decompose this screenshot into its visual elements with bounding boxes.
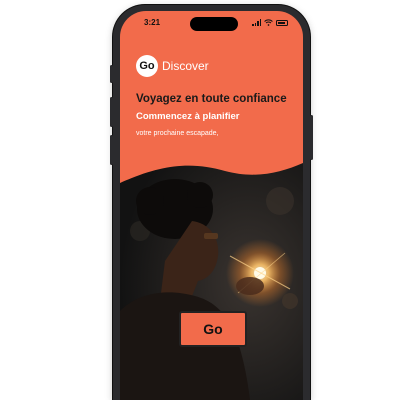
hero-subheadline: Commencez à planifier — [136, 111, 240, 122]
go-button[interactable]: Go — [179, 311, 247, 347]
brand-header: Go Discover — [136, 55, 209, 77]
app-screen: 3:21 Go Discover Voyagez en toute confia… — [120, 11, 303, 400]
wifi-icon — [264, 19, 273, 26]
volume-up-button — [110, 97, 113, 127]
brand-name: Discover — [162, 59, 209, 73]
go-logo: Go — [136, 55, 158, 77]
volume-down-button — [110, 135, 113, 165]
status-icons — [252, 19, 288, 26]
power-button — [310, 115, 313, 160]
status-time: 3:21 — [144, 18, 161, 27]
status-bar: 3:21 — [120, 11, 303, 35]
mute-switch — [110, 65, 113, 83]
hero-headline: Voyagez en toute confiance — [136, 93, 287, 105]
battery-icon — [276, 19, 288, 26]
phone-frame: 3:21 Go Discover Voyagez en toute confia… — [110, 5, 313, 400]
hero-caption: votre prochaine escapade, — [136, 130, 219, 137]
dynamic-island — [190, 17, 238, 31]
hero-photo — [120, 163, 303, 400]
signal-icon — [252, 19, 261, 26]
